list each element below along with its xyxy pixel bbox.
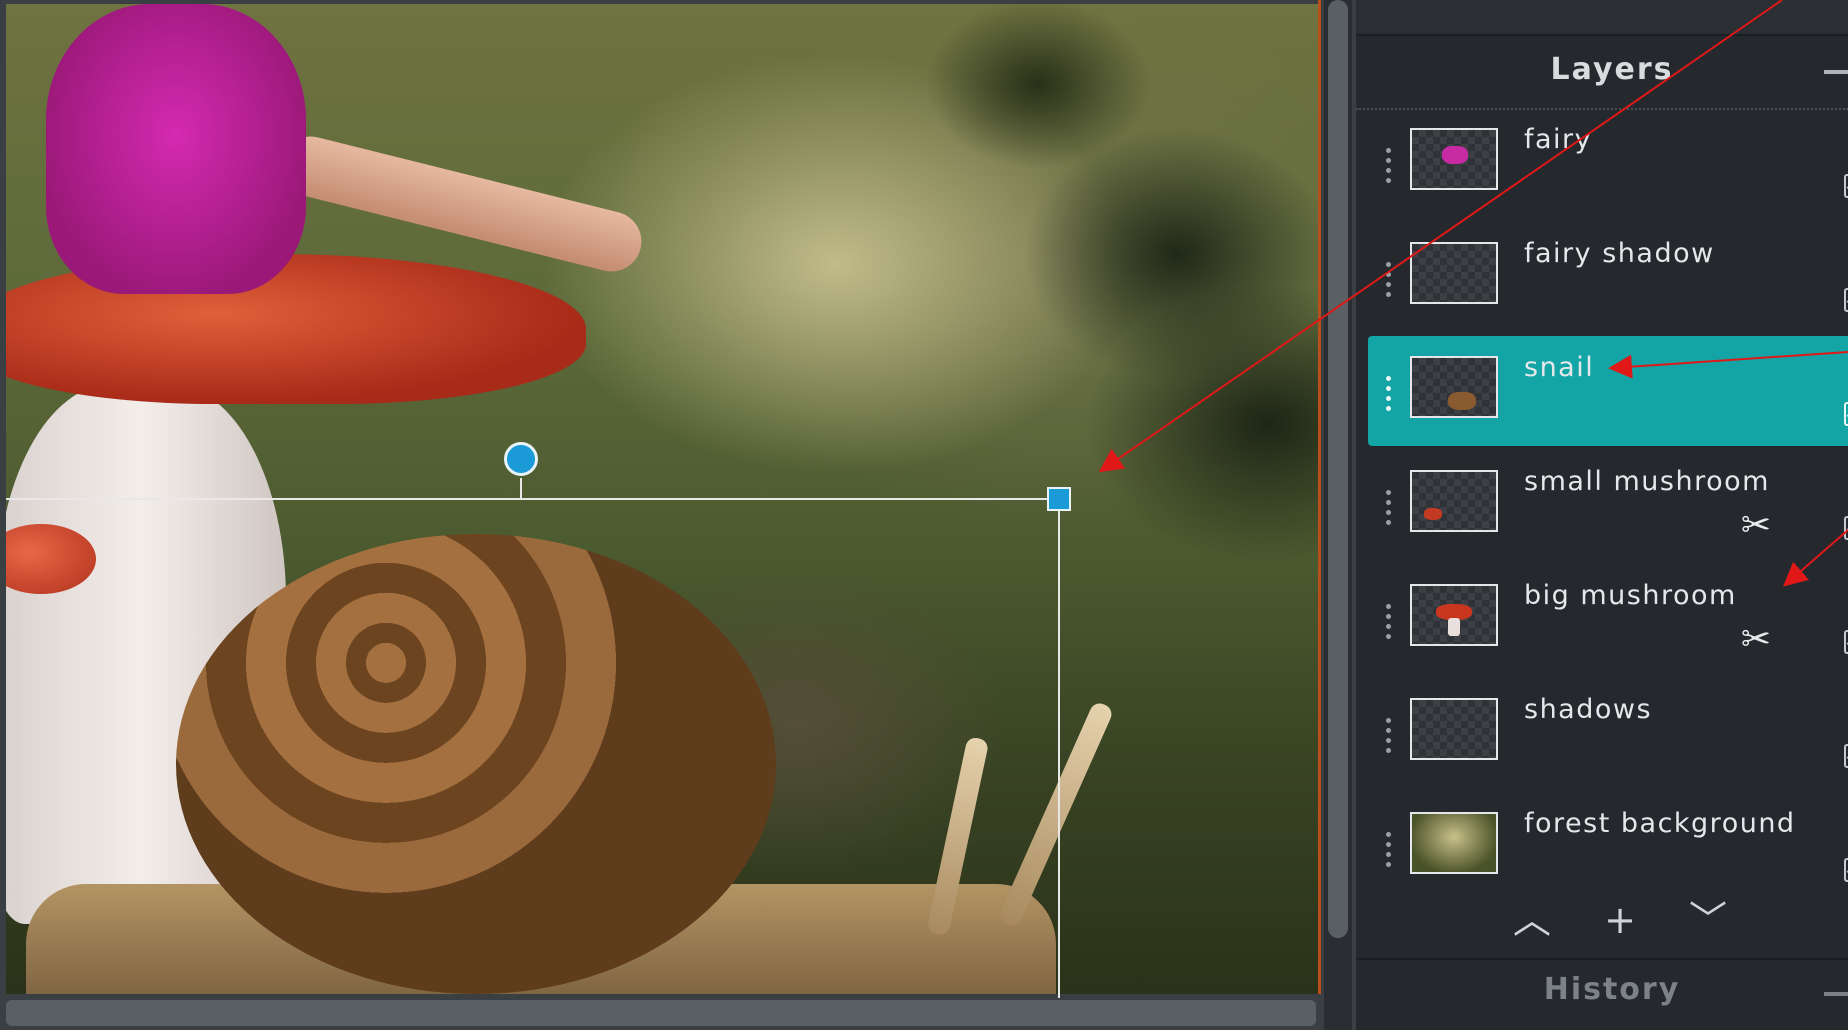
drag-handle-icon[interactable] — [1386, 376, 1392, 416]
layers-panel-title: Layers — [1550, 52, 1674, 87]
selection-box-top-edge[interactable] — [6, 498, 1060, 500]
layer-thumbnail — [1410, 242, 1498, 304]
visibility-checkbox[interactable] — [1844, 174, 1848, 198]
drag-handle-icon[interactable] — [1386, 832, 1392, 872]
layer-thumbnail — [1410, 698, 1498, 760]
layer-thumbnail — [1410, 812, 1498, 874]
rotation-handle-stem — [520, 478, 522, 498]
visibility-checkbox[interactable] — [1844, 402, 1848, 426]
layer-row-fairy-shadow[interactable]: fairy shadow — [1368, 222, 1848, 332]
visibility-checkbox[interactable] — [1844, 288, 1848, 312]
layer-name[interactable]: forest background — [1524, 808, 1796, 839]
fairy-figure — [46, 4, 306, 294]
layer-row-shadows[interactable]: shadows — [1368, 678, 1848, 788]
history-panel-title[interactable]: History — [1356, 972, 1848, 1007]
layer-thumbnail — [1410, 128, 1498, 190]
layer-name[interactable]: small mushroom — [1524, 466, 1770, 497]
scissors-icon[interactable]: ✂ — [1736, 506, 1776, 546]
scissors-icon[interactable]: ✂ — [1736, 620, 1776, 660]
drag-handle-icon[interactable] — [1386, 604, 1392, 644]
resize-corner-handle[interactable] — [1047, 487, 1071, 511]
rotation-handle[interactable] — [504, 442, 538, 476]
visibility-checkbox[interactable] — [1844, 744, 1848, 768]
drag-handle-icon[interactable] — [1386, 262, 1392, 302]
chevron-down-icon[interactable]: ﹀ — [1686, 898, 1730, 942]
layer-row-small-mushroom[interactable]: small mushroom ✂ — [1368, 450, 1848, 560]
horizontal-scrollbar[interactable] — [6, 1000, 1316, 1026]
layer-thumbnail — [1410, 470, 1498, 532]
layer-thumbnail — [1410, 356, 1498, 418]
layer-name[interactable]: big mushroom — [1524, 580, 1737, 611]
layer-name[interactable]: shadows — [1524, 694, 1652, 725]
layers-panel: Layers fairy fairy shadow snail small mu… — [1356, 0, 1848, 1030]
drag-handle-icon[interactable] — [1386, 718, 1392, 758]
layer-row-forest-background[interactable]: forest background — [1368, 792, 1848, 902]
visibility-checkbox[interactable] — [1844, 516, 1848, 540]
layer-name[interactable]: snail — [1524, 352, 1594, 383]
divider — [1356, 958, 1848, 960]
drag-handle-icon[interactable] — [1386, 490, 1392, 530]
layer-thumbnail — [1410, 584, 1498, 646]
canvas-border — [1318, 0, 1321, 994]
layer-row-snail[interactable]: snail — [1368, 336, 1848, 446]
vertical-scrollbar[interactable] — [1328, 0, 1348, 938]
visibility-checkbox[interactable] — [1844, 858, 1848, 882]
layer-name[interactable]: fairy shadow — [1524, 238, 1715, 269]
layer-row-big-mushroom[interactable]: big mushroom ✂ — [1368, 564, 1848, 674]
snail-shell — [176, 534, 776, 994]
layer-row-fairy[interactable]: fairy — [1368, 108, 1848, 218]
layer-name[interactable]: fairy — [1524, 124, 1592, 155]
plus-icon[interactable]: + — [1598, 898, 1642, 942]
selection-box-right-edge[interactable] — [1058, 498, 1060, 998]
collapse-layers-icon[interactable] — [1824, 70, 1848, 74]
collapse-history-icon[interactable] — [1824, 992, 1848, 996]
layer-controls: ︿ + ﹀ — [1356, 898, 1848, 948]
panel-toolbar — [1356, 0, 1848, 36]
chevron-up-icon[interactable]: ︿ — [1510, 898, 1554, 942]
drag-handle-icon[interactable] — [1386, 148, 1392, 188]
visibility-checkbox[interactable] — [1844, 630, 1848, 654]
